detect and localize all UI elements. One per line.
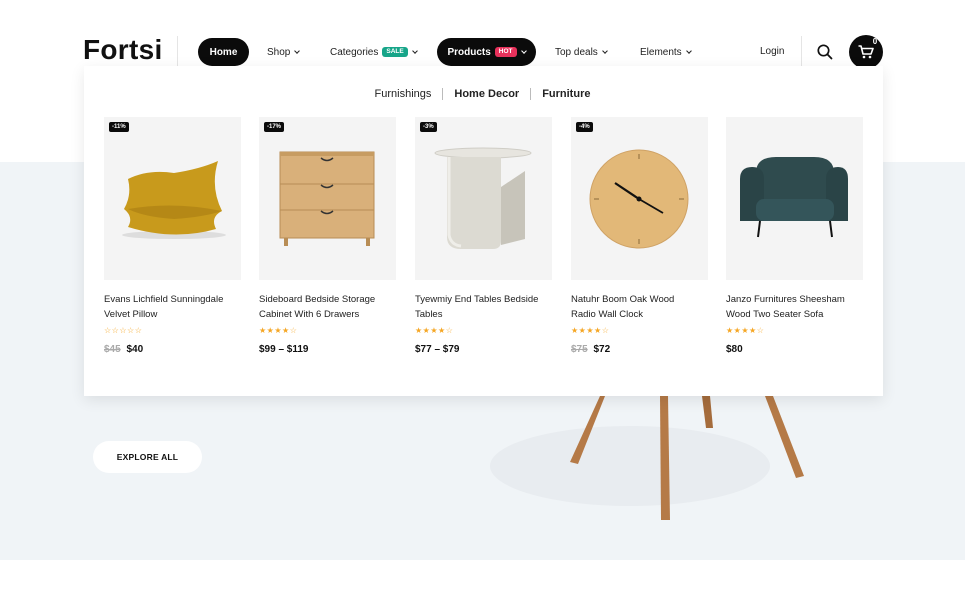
product-name-line: Evans Lichfield Sunningdale [104,294,224,305]
product-name-line: Janzo Furnitures Sheesham [726,294,845,305]
product-name-line: Tyewmiy End Tables Bedside [415,294,539,305]
chevron-down-icon [520,47,527,54]
cabinet-image [279,151,375,246]
current-price: $72 [593,344,611,355]
product-price: $77 – $79 [415,344,552,355]
product-price: $80 [726,344,863,355]
header-divider [177,36,178,70]
sale-badge: SALE [382,46,408,58]
hot-badge: HOT [494,46,517,58]
clock-image [589,149,689,249]
header-divider [801,36,802,70]
product-card[interactable]: -11% Evans Lichfield Sunningdale Velvet … [104,117,241,355]
cart-count-badge: 0 [872,37,878,46]
sofa-image [740,157,848,238]
nav-elements[interactable]: Elements [640,38,692,66]
nav-top-deals-label: Top deals [555,46,598,58]
rating-stars: ★★★★☆ [726,326,765,335]
nav-shop-label: Shop [267,46,291,58]
tab-furnishings[interactable]: Furnishings [364,88,443,100]
discount-badge: -3% [420,122,437,132]
product-image[interactable] [726,117,863,280]
product-name-line: Radio Wall Clock [571,309,643,320]
product-name-line: Natuhr Boom Oak Wood [571,294,675,305]
explore-all-button[interactable]: EXPLORE ALL [93,441,202,473]
brand-logo[interactable]: Fortsi [83,34,163,66]
current-price: $99 – $119 [259,344,309,355]
login-link[interactable]: Login [760,46,784,57]
chevron-down-icon [411,47,418,54]
chevron-down-icon [685,47,692,54]
product-name[interactable]: Tyewmiy End Tables Bedside Tables [415,292,552,322]
mega-menu-tabs: Furnishings Home Decor Furniture [0,88,965,100]
product-image[interactable]: -3% [415,117,552,280]
rating-stars: ★★★★☆ [259,326,298,335]
rating-stars: ☆☆☆☆☆ [104,326,143,335]
rating-stars: ★★★★☆ [415,326,454,335]
product-card[interactable]: Janzo Furnitures Sheesham Wood Two Seate… [726,117,863,355]
product-name-line: Cabinet With 6 Drawers [259,309,360,320]
old-price: $75 [571,344,588,355]
product-name[interactable]: Sideboard Bedside Storage Cabinet With 6… [259,292,396,322]
nav-home-label: Home [209,46,238,58]
product-price: $99 – $119 [259,344,396,355]
current-price: $40 [126,344,144,355]
nav-categories-label: Categories [330,46,379,58]
chevron-down-icon [294,47,301,54]
product-name-line: Velvet Pillow [104,309,158,320]
nav-shop[interactable]: Shop [267,38,301,66]
product-name[interactable]: Natuhr Boom Oak Wood Radio Wall Clock [571,292,708,322]
product-price: $45 $40 [104,344,241,355]
product-card[interactable]: -17% Sideboard Bedside Storage Cabinet W… [259,117,396,355]
current-price: $77 – $79 [415,344,460,355]
nav-products[interactable]: Products HOT [437,38,536,66]
current-price: $80 [726,344,743,355]
product-image[interactable]: -4% [571,117,708,280]
product-image[interactable]: -11% [104,117,241,280]
discount-badge: -4% [576,122,593,132]
tab-furniture[interactable]: Furniture [531,88,601,100]
nav-categories[interactable]: Categories SALE [330,38,418,66]
nav-products-label: Products [447,46,491,58]
product-name[interactable]: Janzo Furnitures Sheesham Wood Two Seate… [726,292,863,322]
rating-stars: ★★★★☆ [571,326,610,335]
product-image[interactable]: -17% [259,117,396,280]
product-card[interactable]: -4% Natuhr Boom Oak Wood Radio Wall Cloc… [571,117,708,355]
product-name-line: Wood Two Seater Sofa [726,309,824,320]
product-name-line: Sideboard Bedside Storage [259,294,376,305]
nav-elements-label: Elements [640,46,682,58]
product-name-line: Tables [415,309,443,320]
end-table-image [434,147,532,249]
old-price: $45 [104,344,121,355]
stool-image [490,396,804,520]
section-divider [0,560,965,600]
product-name[interactable]: Evans Lichfield Sunningdale Velvet Pillo… [104,292,241,322]
product-price: $75 $72 [571,344,708,355]
nav-home[interactable]: Home [198,38,249,66]
discount-badge: -11% [109,122,129,132]
product-card[interactable]: -3% Tyewmiy End Tables Bedside Tables ★★… [415,117,552,355]
chevron-down-icon [601,47,608,54]
nav-top-deals[interactable]: Top deals [555,38,608,66]
discount-badge: -17% [264,122,285,132]
search-icon[interactable] [816,43,834,61]
tab-home-decor[interactable]: Home Decor [443,88,530,100]
pillow-image [122,161,226,239]
